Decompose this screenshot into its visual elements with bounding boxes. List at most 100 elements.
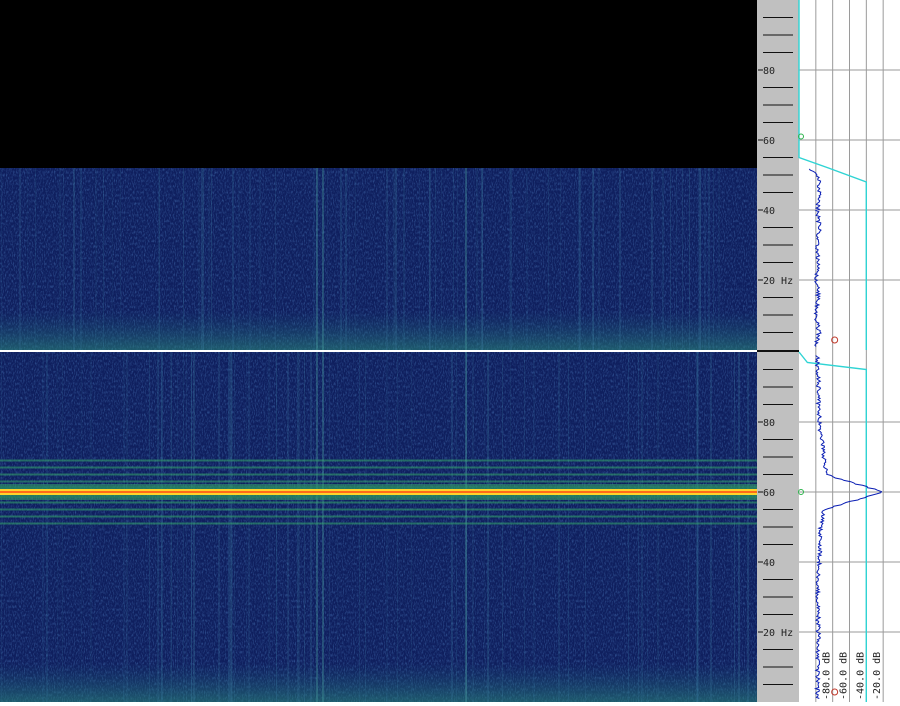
spectrogram-transient — [713, 168, 714, 350]
spectrogram-transient — [419, 168, 420, 350]
db-axis-label: -60.0 dB — [839, 652, 850, 700]
spectrogram-transient — [359, 352, 360, 702]
spectrogram-transient — [46, 352, 48, 702]
spectrogram-transient — [103, 168, 104, 350]
spectrogram-transient — [558, 352, 560, 702]
spectrogram-transient — [340, 168, 342, 350]
spectrogram-transient — [316, 168, 318, 350]
spectrogram-transient — [638, 352, 639, 702]
spectrogram-channel-1 — [0, 0, 757, 350]
spectrogram-transient — [526, 168, 528, 350]
spectrogram-transient — [177, 352, 178, 702]
spectrogram-transient — [234, 352, 235, 702]
spectrogram-transient — [441, 168, 442, 350]
spectrogram-transient — [329, 352, 330, 702]
spectrogram-transient — [35, 168, 36, 350]
spectrogram-transient — [232, 168, 234, 350]
spectrogram-transient — [548, 168, 549, 350]
spectrogram-transient — [484, 352, 485, 702]
spectrogram-transient — [738, 352, 740, 702]
spectrum-line — [816, 356, 882, 699]
spectrogram-transient — [287, 352, 289, 702]
spectrogram-transient — [465, 352, 467, 702]
spectrogram-transient — [708, 168, 710, 350]
spectrogram-transient — [704, 168, 706, 350]
spectrogram-transient — [699, 168, 701, 350]
spectrogram-noise — [0, 352, 757, 702]
spectrogram-transient — [710, 352, 712, 702]
tone-core — [0, 491, 757, 493]
spectrogram-transient — [193, 352, 195, 702]
spectrogram-transient — [191, 352, 192, 702]
frequency-tick-label: 20 Hz — [763, 628, 793, 639]
spectrogram-transient — [651, 168, 653, 350]
spectrogram-transient — [19, 168, 21, 350]
spectrogram-transient — [578, 168, 580, 350]
channel-divider — [0, 350, 757, 352]
spectrogram-transient — [734, 352, 735, 702]
spectrogram-low-band — [0, 310, 757, 350]
spectrogram-transient — [1, 352, 2, 702]
harmonic-line — [0, 516, 757, 518]
frequency-tick-label: 80 — [763, 66, 775, 77]
spectrogram-transient — [211, 168, 212, 350]
spectrogram-transient — [238, 168, 240, 350]
spectrogram-transient — [592, 168, 594, 350]
spectrogram-transient — [276, 352, 277, 702]
spectrogram-transient — [327, 168, 328, 350]
spectrogram-transient — [689, 168, 690, 350]
spectrogram-transient — [90, 352, 92, 702]
spectrogram-transient — [322, 352, 324, 702]
spectrogram-transient — [73, 168, 75, 350]
spectrogram-transient — [345, 168, 347, 350]
spectrogram-transient — [676, 168, 677, 350]
spectrogram-transient — [670, 168, 671, 350]
spectrogram-transient — [57, 352, 58, 702]
spectrogram-transient — [248, 352, 250, 702]
spectrogram-transient — [411, 352, 412, 702]
channel-divider-scale — [757, 350, 799, 352]
harmonic-line — [0, 467, 757, 469]
spectrogram-transient — [313, 168, 315, 350]
spectrogram-transient — [322, 168, 324, 350]
spectrogram-transient — [126, 352, 128, 702]
spectrogram-transient — [304, 352, 305, 702]
harmonic-line — [0, 502, 757, 504]
spectrogram-transient — [120, 168, 121, 350]
db-axis-label: -20.0 dB — [872, 652, 883, 700]
spectrogram-transient — [472, 352, 474, 702]
spectrogram-transient — [487, 352, 489, 702]
frequency-tick-label: 60 — [763, 136, 775, 147]
spectrum-line — [809, 169, 821, 347]
spectrogram-transient — [157, 352, 159, 702]
spectrogram-transient — [310, 352, 312, 702]
harmonic-line — [0, 523, 757, 525]
harmonic-line — [0, 474, 757, 476]
frequency-scale-1: 20 Hz406080 — [757, 0, 799, 350]
harmonic-line — [0, 509, 757, 511]
spectrogram-transient — [80, 168, 82, 350]
spectrogram-transient — [718, 168, 720, 350]
db-axis-label: -40.0 dB — [855, 652, 866, 700]
spectrogram-empty-region — [0, 0, 757, 168]
harmonic-line — [0, 481, 757, 483]
frequency-scale-2: 20 Hz406080 — [757, 352, 799, 702]
spectrogram-transient — [647, 352, 648, 702]
spectrogram-transient — [524, 352, 525, 702]
spectrum-analyzer-view: 20 Hz40608020 Hz406080-80.0 dB-60.0 dB-4… — [0, 0, 900, 702]
spectrogram-transient — [457, 168, 458, 350]
spectrogram-transient — [59, 168, 61, 350]
spectrogram-transient — [228, 352, 230, 702]
spectrogram-transient — [349, 168, 350, 350]
spectrogram-transient — [112, 168, 113, 350]
spectrogram-transient — [510, 168, 512, 350]
spectrogram-transient — [451, 352, 453, 702]
spectrogram-transient — [435, 168, 436, 350]
spectrogram-transient — [259, 168, 261, 350]
spectrogram-transient — [731, 352, 732, 702]
harmonic-line — [0, 460, 757, 462]
spectrogram-chart: 20 Hz40608020 Hz406080-80.0 dB-60.0 dB-4… — [0, 0, 900, 702]
db-axis: -80.0 dB-60.0 dB-40.0 dB-20.0 dB — [822, 652, 884, 700]
spectrogram-transient — [316, 352, 318, 702]
spectrogram-transient — [218, 352, 220, 702]
